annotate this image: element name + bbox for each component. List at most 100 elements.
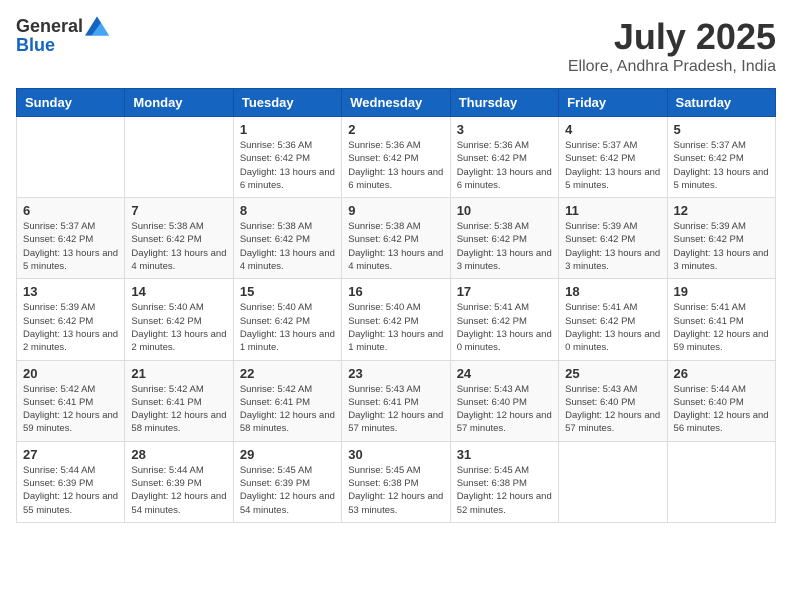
day-info: Sunrise: 5:38 AM Sunset: 6:42 PM Dayligh… [457,220,552,273]
calendar-cell: 26 Sunrise: 5:44 AM Sunset: 6:40 PM Dayli… [667,360,775,441]
day-number: 17 [457,284,552,299]
calendar-cell [559,441,667,522]
day-info: Sunrise: 5:45 AM Sunset: 6:39 PM Dayligh… [240,464,335,517]
day-number: 10 [457,203,552,218]
day-number: 23 [348,366,443,381]
day-info: Sunrise: 5:43 AM Sunset: 6:41 PM Dayligh… [348,383,443,436]
calendar-cell: 4 Sunrise: 5:37 AM Sunset: 6:42 PM Daylig… [559,117,667,198]
logo-icon [85,16,109,36]
day-number: 11 [565,203,660,218]
day-info: Sunrise: 5:36 AM Sunset: 6:42 PM Dayligh… [240,139,335,192]
day-number: 29 [240,447,335,462]
day-info: Sunrise: 5:37 AM Sunset: 6:42 PM Dayligh… [674,139,769,192]
weekday-header-saturday: Saturday [667,89,775,117]
day-number: 8 [240,203,335,218]
day-number: 4 [565,122,660,137]
calendar-cell: 16 Sunrise: 5:40 AM Sunset: 6:42 PM Dayli… [342,279,450,360]
day-number: 27 [23,447,118,462]
weekday-header-tuesday: Tuesday [233,89,341,117]
calendar-cell: 30Sunrise: 5:45 AM Sunset: 6:38 PM Dayli… [342,441,450,522]
weekday-header-friday: Friday [559,89,667,117]
location-title: Ellore, Andhra Pradesh, India [568,58,776,76]
week-row-5: 27 Sunrise: 5:44 AM Sunset: 6:39 PM Dayli… [17,441,776,522]
calendar-cell: 5 Sunrise: 5:37 AM Sunset: 6:42 PM Daylig… [667,117,775,198]
day-info: Sunrise: 5:41 AM Sunset: 6:42 PM Dayligh… [457,301,552,354]
week-row-4: 20 Sunrise: 5:42 AM Sunset: 6:41 PM Dayli… [17,360,776,441]
calendar-cell: 17 Sunrise: 5:41 AM Sunset: 6:42 PM Dayli… [450,279,558,360]
page-header: General Blue July 2025 Ellore, Andhra Pr… [16,16,776,76]
weekday-header-wednesday: Wednesday [342,89,450,117]
week-row-1: 1 Sunrise: 5:36 AM Sunset: 6:42 PM Daylig… [17,117,776,198]
day-number: 20 [23,366,118,381]
day-info: Sunrise: 5:37 AM Sunset: 6:42 PM Dayligh… [565,139,660,192]
calendar-cell: 7 Sunrise: 5:38 AM Sunset: 6:42 PM Daylig… [125,198,233,279]
day-info: Sunrise: 5:44 AM Sunset: 6:39 PM Dayligh… [23,464,118,517]
calendar-cell: 12 Sunrise: 5:39 AM Sunset: 6:42 PM Dayli… [667,198,775,279]
calendar-cell: 9 Sunrise: 5:38 AM Sunset: 6:42 PM Daylig… [342,198,450,279]
weekday-header-thursday: Thursday [450,89,558,117]
calendar-cell [125,117,233,198]
day-info: Sunrise: 5:40 AM Sunset: 6:42 PM Dayligh… [348,301,443,354]
calendar-cell: 3 Sunrise: 5:36 AM Sunset: 6:42 PM Daylig… [450,117,558,198]
day-number: 14 [131,284,226,299]
calendar-cell: 29 Sunrise: 5:45 AM Sunset: 6:39 PM Dayli… [233,441,341,522]
day-info: Sunrise: 5:41 AM Sunset: 6:42 PM Dayligh… [565,301,660,354]
calendar-cell [667,441,775,522]
day-number: 6 [23,203,118,218]
day-number: 26 [674,366,769,381]
calendar-cell: 18 Sunrise: 5:41 AM Sunset: 6:42 PM Dayli… [559,279,667,360]
logo-general: General [16,17,83,35]
calendar-cell: 23 Sunrise: 5:43 AM Sunset: 6:41 PM Dayli… [342,360,450,441]
day-number: 9 [348,203,443,218]
calendar-cell: 20Sunrise: 5:42 AM Sunset: 6:41 PM Dayli… [17,360,125,441]
day-info: Sunrise: 5:38 AM Sunset: 6:42 PM Dayligh… [131,220,226,273]
calendar-cell: 22Sunrise: 5:42 AM Sunset: 6:41 PM Dayli… [233,360,341,441]
day-number: 18 [565,284,660,299]
week-row-2: 6Sunrise: 5:37 AM Sunset: 6:42 PM Daylig… [17,198,776,279]
calendar-cell: 10 Sunrise: 5:38 AM Sunset: 6:42 PM Dayli… [450,198,558,279]
calendar-cell: 15 Sunrise: 5:40 AM Sunset: 6:42 PM Dayli… [233,279,341,360]
day-info: Sunrise: 5:36 AM Sunset: 6:42 PM Dayligh… [457,139,552,192]
day-info: Sunrise: 5:44 AM Sunset: 6:40 PM Dayligh… [674,383,769,436]
day-info: Sunrise: 5:45 AM Sunset: 6:38 PM Dayligh… [457,464,552,517]
calendar-cell: 28Sunrise: 5:44 AM Sunset: 6:39 PM Dayli… [125,441,233,522]
weekday-header-sunday: Sunday [17,89,125,117]
day-info: Sunrise: 5:43 AM Sunset: 6:40 PM Dayligh… [565,383,660,436]
day-number: 19 [674,284,769,299]
day-number: 7 [131,203,226,218]
day-info: Sunrise: 5:40 AM Sunset: 6:42 PM Dayligh… [240,301,335,354]
weekday-header-row: SundayMondayTuesdayWednesdayThursdayFrid… [17,89,776,117]
day-info: Sunrise: 5:40 AM Sunset: 6:42 PM Dayligh… [131,301,226,354]
title-area: July 2025 Ellore, Andhra Pradesh, India [568,16,776,76]
day-number: 5 [674,122,769,137]
day-info: Sunrise: 5:39 AM Sunset: 6:42 PM Dayligh… [674,220,769,273]
day-number: 22 [240,366,335,381]
calendar-cell: 1 Sunrise: 5:36 AM Sunset: 6:42 PM Daylig… [233,117,341,198]
day-number: 3 [457,122,552,137]
calendar-cell: 11 Sunrise: 5:39 AM Sunset: 6:42 PM Dayli… [559,198,667,279]
day-number: 15 [240,284,335,299]
week-row-3: 13Sunrise: 5:39 AM Sunset: 6:42 PM Dayli… [17,279,776,360]
day-number: 16 [348,284,443,299]
calendar-cell: 24 Sunrise: 5:43 AM Sunset: 6:40 PM Dayli… [450,360,558,441]
calendar-cell: 2 Sunrise: 5:36 AM Sunset: 6:42 PM Daylig… [342,117,450,198]
day-number: 1 [240,122,335,137]
calendar-table: SundayMondayTuesdayWednesdayThursdayFrid… [16,88,776,523]
day-info: Sunrise: 5:41 AM Sunset: 6:41 PM Dayligh… [674,301,769,354]
day-info: Sunrise: 5:38 AM Sunset: 6:42 PM Dayligh… [348,220,443,273]
day-number: 13 [23,284,118,299]
calendar-cell [17,117,125,198]
day-number: 25 [565,366,660,381]
calendar-cell: 14 Sunrise: 5:40 AM Sunset: 6:42 PM Dayli… [125,279,233,360]
day-info: Sunrise: 5:36 AM Sunset: 6:42 PM Dayligh… [348,139,443,192]
day-number: 2 [348,122,443,137]
day-number: 12 [674,203,769,218]
day-info: Sunrise: 5:39 AM Sunset: 6:42 PM Dayligh… [565,220,660,273]
day-info: Sunrise: 5:38 AM Sunset: 6:42 PM Dayligh… [240,220,335,273]
day-number: 24 [457,366,552,381]
logo-blue: Blue [16,35,55,55]
calendar-cell: 19 Sunrise: 5:41 AM Sunset: 6:41 PM Dayli… [667,279,775,360]
calendar-cell: 27 Sunrise: 5:44 AM Sunset: 6:39 PM Dayli… [17,441,125,522]
day-info: Sunrise: 5:43 AM Sunset: 6:40 PM Dayligh… [457,383,552,436]
day-info: Sunrise: 5:42 AM Sunset: 6:41 PM Dayligh… [131,383,226,436]
